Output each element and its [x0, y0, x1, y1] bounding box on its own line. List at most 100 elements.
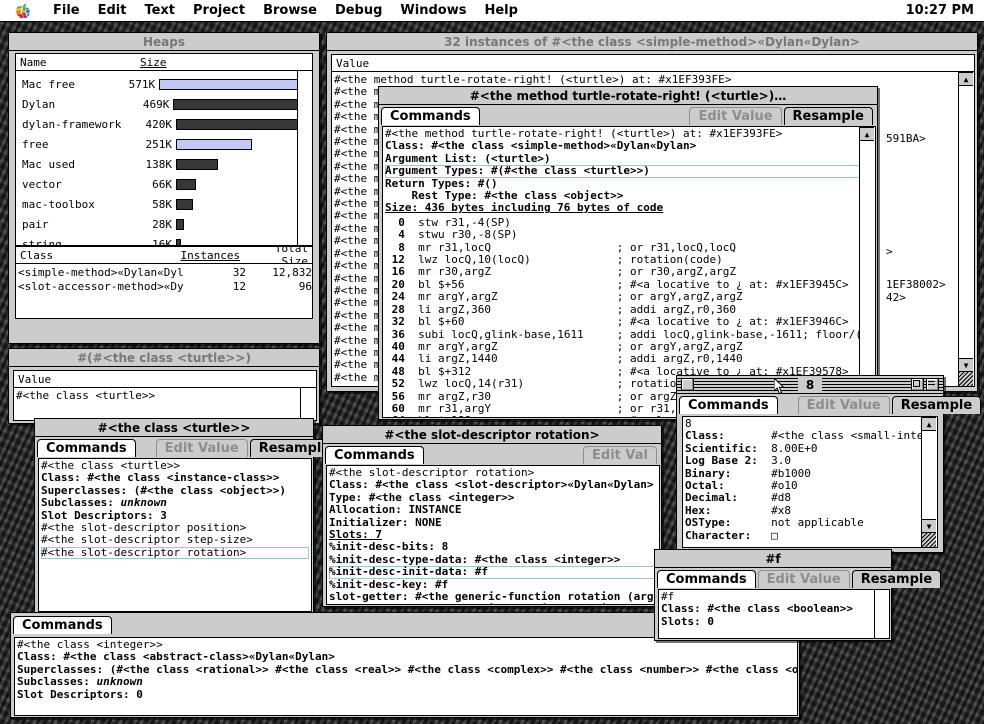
scroll-down-arrow[interactable]: ▼ [959, 358, 973, 372]
heap-bar [159, 78, 312, 90]
integer-class-content-pane[interactable]: #<the class <integer>> Class: #<the class… [14, 637, 798, 716]
disassembly-line: 4 stwu r30,-8(SP) [385, 228, 617, 242]
slot-descriptor-content-pane[interactable]: #<the slot-descriptor rotation> Class: #<… [326, 465, 660, 605]
zoom-box-icon[interactable] [911, 378, 924, 391]
tab-commands[interactable]: Commands [37, 439, 136, 457]
method-window[interactable]: #<the method turtle-rotate-right! (<turt… [378, 86, 878, 420]
mouse-cursor [773, 376, 786, 396]
heap-row[interactable]: string 16K [16, 234, 312, 246]
turtle-array-title: #(#<the class <turtle>>) [69, 350, 259, 365]
menu-item-text[interactable]: Text [135, 1, 184, 21]
heap-size: 571K [128, 77, 156, 91]
method-titlebar[interactable]: #<the method turtle-rotate-right! (<turt… [379, 87, 877, 105]
table-row[interactable]: <slot-accessor-method>«Dyla… 12 96 [16, 280, 312, 294]
scroll-down-arrow[interactable]: ▼ [922, 519, 936, 533]
method-vertical-scrollbar[interactable]: ▲ ▼ [859, 127, 875, 417]
tab-resample[interactable]: Resampl [249, 439, 331, 457]
tab-commands[interactable]: Commands [325, 446, 424, 464]
turtle-class-content-pane[interactable]: #<the class <turtle>> Class: #<the class … [38, 458, 312, 612]
boolean-window[interactable]: #f Commands Edit Value Resample #f Class:… [654, 549, 942, 641]
table-row[interactable]: <simple-method>«Dylan«Dylan 32 12,832 [16, 266, 312, 280]
boolean-titlebar[interactable]: #f [655, 550, 891, 568]
tab-edit-value[interactable]: Edit Value [757, 570, 850, 588]
disassembly-line: 16 mr r30,argZ ; or r30,argZ,argZ [385, 265, 737, 279]
heap-size: 66K [152, 177, 172, 191]
instances-column-header: Value [331, 54, 975, 71]
menu-item-browse[interactable]: Browse [254, 1, 326, 21]
heap-row[interactable]: Dylan 469K [16, 94, 312, 114]
scroll-up-arrow[interactable]: ▲ [922, 417, 936, 431]
menu-item-file[interactable]: File [44, 1, 89, 21]
heap-row[interactable]: mac-toolbox 58K [16, 194, 312, 214]
integer8-content-pane[interactable]: 8 Class: #<the class <small-integer>> Scie… [682, 416, 938, 548]
heap-row[interactable]: pair 28K [16, 214, 312, 234]
instances-titlebar[interactable]: 32 instances of #<the class <simple-meth… [327, 33, 977, 51]
heap-name: dylan-framework [22, 117, 122, 131]
tab-edit-value[interactable]: Edit Val [583, 446, 657, 464]
turtle-class-window[interactable]: #<the class <turtle>> Commands Edit Valu… [34, 418, 331, 614]
tab-commands[interactable]: Commands [381, 107, 480, 125]
heaps-titlebar[interactable]: Heaps [9, 33, 319, 51]
turtle-class-title: #<the class <turtle>> [89, 420, 259, 435]
scroll-up-arrow[interactable]: ▲ [860, 127, 874, 141]
instances-right-fragment-3: 1EF38002> [886, 278, 946, 291]
turtle-array-titlebar[interactable]: #(#<the class <turtle>>) [9, 349, 319, 367]
boolean-tabrow: Commands Edit Value Resample [655, 568, 942, 588]
integer8-vertical-scrollbar[interactable]: ▲ ▼ [921, 417, 937, 547]
heap-size: 251K [145, 137, 173, 151]
resize-grip[interactable] [922, 532, 936, 547]
slot-descriptor-titlebar[interactable]: #<the slot-descriptor rotation> [323, 426, 661, 444]
heap-bar [176, 198, 193, 210]
tab-resample[interactable]: Resample [891, 396, 982, 414]
instances-vertical-scrollbar[interactable]: ▲ ▼ [958, 72, 974, 386]
list-item[interactable]: #<the method turtle-rotate-right! (<turt… [334, 73, 972, 86]
heap-size: 58K [152, 197, 172, 211]
menu-item-windows[interactable]: Windows [391, 1, 475, 21]
close-box-icon[interactable] [681, 378, 694, 391]
menubar-clock: 10:27 PM [905, 3, 974, 18]
integer8-window[interactable]: 8 Commands Edit Value Resample 8 Class: #… [676, 375, 982, 553]
apple-menu-icon[interactable] [0, 3, 44, 19]
menu-item-help[interactable]: Help [475, 1, 526, 21]
tab-resample[interactable]: Resample [783, 107, 873, 125]
class-list[interactable]: <simple-method>«Dylan«Dylan 32 12,832 <slot… [15, 263, 313, 319]
heap-row[interactable]: Mac used 138K [16, 154, 312, 174]
heap-row[interactable]: vector 66K [16, 174, 312, 194]
class-cell-total: 96 [298, 280, 312, 293]
heaps-vertical-scrollbar[interactable] [297, 71, 312, 245]
menu-item-debug[interactable]: Debug [326, 1, 391, 21]
heap-row[interactable]: dylan-framework 420K [16, 114, 312, 134]
heaps-window[interactable]: Heaps Name Size Mac free 571K Dylan 469K dyl… [8, 32, 320, 344]
heaps-bar-chart[interactable]: Mac free 571K Dylan 469K dylan-framework 420K… [15, 70, 313, 246]
turtle-class-tabrow: Commands Edit Value Resampl [35, 437, 331, 457]
menu-item-project[interactable]: Project [184, 1, 254, 21]
instances-right-fragment-2: > [886, 245, 893, 258]
heap-name: Dylan [22, 97, 56, 111]
resize-grip[interactable] [959, 371, 973, 386]
boolean-content-pane[interactable]: #f Class: #<the class <boolean>> Slots: 0 [658, 589, 890, 639]
turtle-array-window[interactable]: #(#<the class <turtle>>) Value #<the cla… [8, 348, 320, 424]
tab-edit-value[interactable]: Edit Value [797, 396, 890, 414]
scroll-up-arrow[interactable]: ▲ [959, 72, 973, 86]
tab-edit-value[interactable]: Edit Value [155, 439, 248, 457]
list-item[interactable]: #<the class <turtle>> [16, 389, 314, 402]
tab-resample[interactable]: Resample [851, 570, 942, 588]
heaps-col-name: Name [20, 55, 47, 69]
slot-descriptor-window[interactable]: #<the slot-descriptor rotation> Commands… [322, 425, 662, 607]
instances-col-value: Value [336, 56, 370, 70]
collapse-box-icon[interactable] [926, 378, 939, 391]
menu-item-edit[interactable]: Edit [89, 1, 136, 21]
heap-row[interactable]: free 251K [16, 134, 312, 154]
menu-bar: File Edit Text Project Browse Debug Wind… [0, 0, 984, 22]
tab-commands[interactable]: Commands [13, 616, 112, 634]
boolean-title: #f [757, 551, 789, 566]
tab-commands[interactable]: Commands [679, 396, 778, 414]
turtle-array-list[interactable]: #<the class <turtle>> [13, 387, 317, 421]
integer8-titlebar[interactable]: 8 [677, 376, 943, 394]
tab-commands[interactable]: Commands [657, 570, 756, 588]
tab-edit-value[interactable]: Edit Value [689, 107, 782, 125]
heap-row[interactable]: Mac free 571K [16, 74, 312, 94]
integer8-title: 8 [797, 377, 823, 392]
heap-name: string [22, 237, 62, 246]
turtle-class-titlebar[interactable]: #<the class <turtle>> [35, 419, 313, 437]
